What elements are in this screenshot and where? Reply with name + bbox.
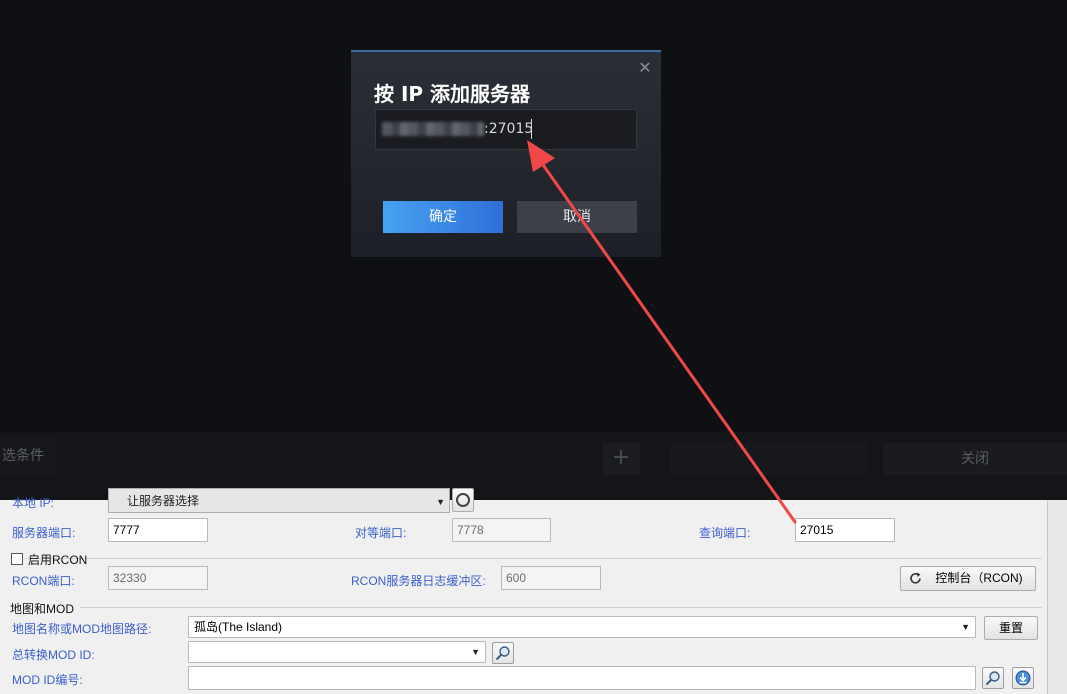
peer-port-input[interactable]: 7778 [452,518,551,542]
rcon-log-buffer-input[interactable]: 600 [501,566,601,590]
map-mod-group-label: 地图和MOD [10,602,74,616]
total-conversion-label: 总转换MOD ID: [12,648,95,662]
refresh-icon [910,572,921,584]
search-icon [985,671,1000,686]
peer-port-label: 对等端口: [355,526,407,540]
map-name-select[interactable]: 孤岛(The Island) ▼ [188,616,976,638]
search-mod-button[interactable] [492,642,514,664]
rcon-console-label: 控制台（RCON) [935,571,1023,585]
dialog-title: 按 IP 添加服务器 [374,82,531,106]
add-server-by-ip-dialog: ✕ 按 IP 添加服务器 :27015 确定 取消 [351,50,661,257]
search-mod-id-button[interactable] [982,667,1004,689]
enable-rcon-checkbox[interactable] [11,553,23,565]
map-name-label: 地图名称或MOD地图路径: [12,622,152,636]
chevron-down-icon: ▼ [471,647,480,657]
server-port-label: 服务器端口: [12,526,76,540]
close-button[interactable]: 关闭 [883,443,1067,475]
local-ip-value: 让服务器选择 [127,494,200,508]
ip-port-value: :27015 [484,121,534,137]
query-port-input[interactable]: 27015 [795,518,895,542]
chevron-down-icon: ▼ [961,622,970,632]
rcon-group-divider [26,558,1042,559]
chevron-down-icon: ▼ [436,497,445,507]
enable-rcon-label: 启用RCON [28,553,88,567]
ip-address-input[interactable]: :27015 [375,109,637,150]
filter-conditions-link[interactable]: 选条件 [0,438,56,474]
cancel-button[interactable]: 取消 [517,201,637,233]
download-icon [1015,670,1031,686]
reset-map-button[interactable]: 重置 [984,616,1038,640]
rcon-console-button[interactable]: 控制台（RCON) [900,566,1036,591]
toolbar-button[interactable] [670,443,868,475]
mod-id-input[interactable] [188,666,976,690]
add-server-button[interactable]: + [602,443,640,475]
mod-id-label: MOD ID编号: [12,673,83,687]
rcon-port-input[interactable]: 32330 [108,566,208,590]
local-ip-label: 本地 IP: [12,496,55,510]
close-icon[interactable]: ✕ [637,60,653,76]
rcon-port-label: RCON端口: [12,574,75,588]
text-caret [531,119,532,139]
download-mod-button[interactable] [1012,667,1034,689]
local-ip-select[interactable]: 让服务器选择 ▼ [108,488,450,513]
vertical-scrollbar[interactable] [1047,500,1067,694]
map-mod-group-divider [80,607,1042,608]
confirm-button[interactable]: 确定 [383,201,503,233]
rcon-log-buffer-label: RCON服务器日志缓冲区: [351,574,486,588]
server-port-input[interactable]: 7777 [108,518,208,542]
refresh-icon [456,493,470,507]
map-name-value: 孤岛(The Island) [194,620,283,634]
server-settings-panel: 本地 IP: 让服务器选择 ▼ 服务器端口: 7777 对等端口: 7778 查… [0,488,1067,694]
search-icon [495,646,510,661]
redacted-ip-mask [382,122,484,136]
query-port-label: 查询端口: [699,526,751,540]
refresh-ip-button[interactable] [452,488,474,512]
total-conversion-select[interactable]: ▼ [188,641,486,663]
